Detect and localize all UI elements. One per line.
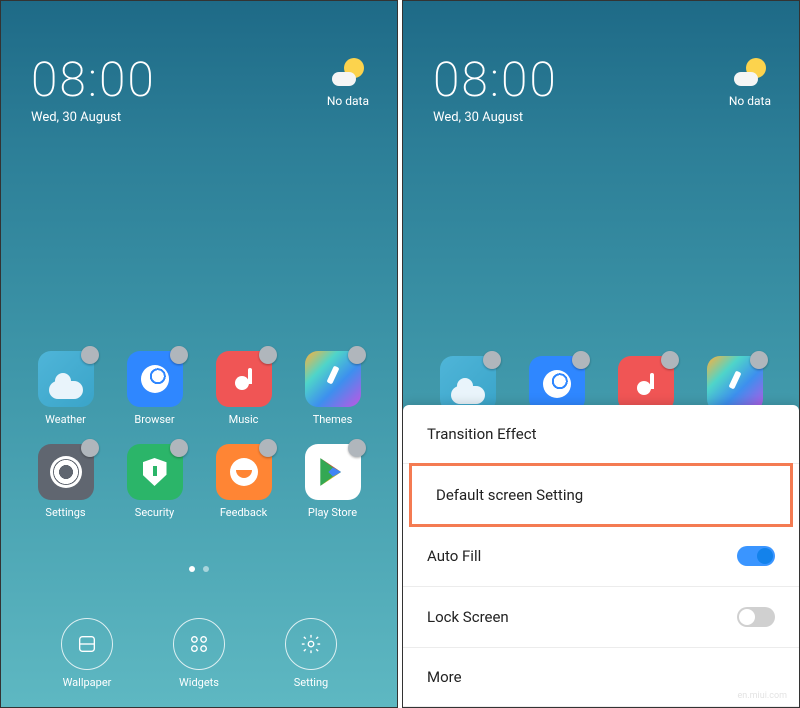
lockscreen-toggle[interactable] [737,607,775,627]
app-security[interactable]: Security [115,444,194,519]
settings-sheet: Transition Effect Default screen Setting… [403,405,799,707]
sheet-transition-effect[interactable]: Transition Effect [403,405,799,464]
weather-widget[interactable]: No data [729,56,771,108]
sheet-default-screen-setting[interactable]: Default screen Setting [409,463,793,527]
app-row-partial [403,356,799,412]
app-themes[interactable]: Themes [293,351,372,426]
phone-left: 08:00 Wed, 30 August No data Weather Bro… [0,0,398,708]
clock-widget[interactable]: 08:00 Wed, 30 August [433,51,558,125]
page-indicator [1,566,397,572]
weather-icon [734,56,766,88]
sheet-lock-screen[interactable]: Lock Screen [403,587,799,648]
clock-time: 08:00 [31,51,156,108]
app-browser[interactable]: Browser [115,351,194,426]
weather-status: No data [729,94,771,108]
setting-button[interactable]: Setting [285,618,337,689]
app-weather[interactable]: Weather [26,351,105,426]
weather-widget[interactable]: No data [327,56,369,108]
phone-right: 08:00 Wed, 30 August No data Transition … [402,0,800,708]
sheet-auto-fill[interactable]: Auto Fill [403,526,799,587]
app-playstore[interactable]: Play Store [293,444,372,519]
app-grid: Weather Browser Music Themes Settings Se… [1,351,397,519]
widgets-button[interactable]: Widgets [173,618,225,689]
app-browser[interactable] [517,356,596,412]
clock-date: Wed, 30 August [433,110,558,125]
play-store-icon [319,457,347,487]
clock-date: Wed, 30 August [31,110,156,125]
weather-status: No data [327,94,369,108]
app-settings[interactable]: Settings [26,444,105,519]
weather-icon [332,56,364,88]
autofill-toggle[interactable] [737,546,775,566]
clock-time: 08:00 [433,51,558,108]
app-feedback[interactable]: Feedback [204,444,283,519]
wallpaper-icon [76,633,98,655]
wallpaper-button[interactable]: Wallpaper [61,618,113,689]
gear-icon [300,633,322,655]
app-weather[interactable] [428,356,507,412]
watermark-sub: en.miui.com [738,691,787,701]
widgets-icon [188,633,210,655]
clock-widget[interactable]: 08:00 Wed, 30 August [31,51,156,125]
app-music[interactable]: Music [204,351,283,426]
app-themes[interactable] [695,356,774,412]
editor-actions: Wallpaper Widgets Setting [1,618,397,689]
app-music[interactable] [606,356,685,412]
